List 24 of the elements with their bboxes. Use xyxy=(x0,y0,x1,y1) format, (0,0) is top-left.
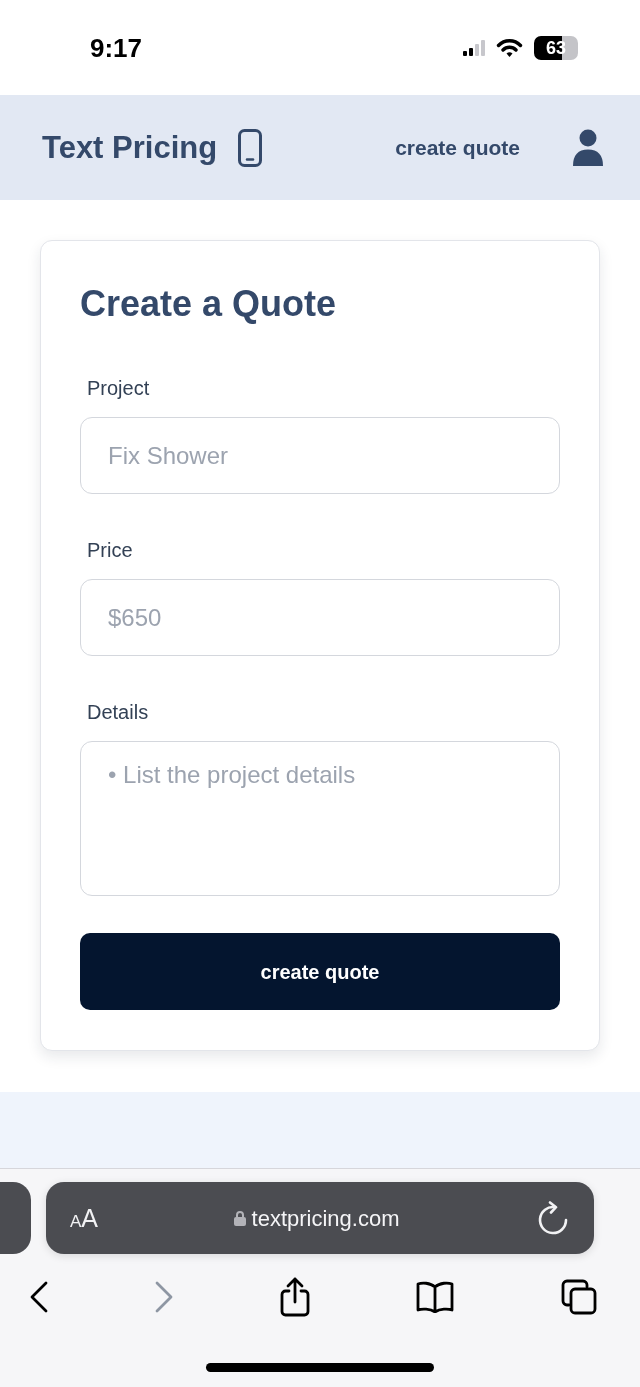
brand-link[interactable]: Text Pricing xyxy=(42,128,218,167)
previous-tab-bar[interactable] xyxy=(0,1182,31,1254)
form-title: Create a Quote xyxy=(80,282,338,326)
tabs-icon[interactable] xyxy=(561,1279,597,1315)
signal-icon xyxy=(463,39,485,56)
url-text: textpricing.com xyxy=(251,1204,400,1233)
lock-icon xyxy=(233,1210,246,1226)
create-quote-button[interactable]: create quote xyxy=(80,933,560,1010)
share-icon[interactable] xyxy=(279,1277,310,1317)
field-label: Price xyxy=(87,538,134,562)
book-icon[interactable] xyxy=(416,1281,455,1313)
field-label: Details xyxy=(87,700,150,724)
wifi-icon xyxy=(496,38,523,57)
text-size-button[interactable]: AA xyxy=(70,1205,99,1231)
details-textarea[interactable]: • List the project details xyxy=(80,741,560,896)
text-field[interactable]: Fix Shower xyxy=(80,417,560,494)
phone-icon xyxy=(238,128,263,167)
create-quote-link[interactable]: create quote xyxy=(395,131,520,164)
user-icon[interactable] xyxy=(573,129,603,166)
field-label: Project xyxy=(87,376,151,400)
back-icon[interactable] xyxy=(30,1281,48,1313)
address-bar[interactable]: AA textpricing.com xyxy=(46,1182,594,1254)
status-time: 9:17 xyxy=(90,34,143,61)
text-field[interactable]: $650 xyxy=(80,579,560,656)
